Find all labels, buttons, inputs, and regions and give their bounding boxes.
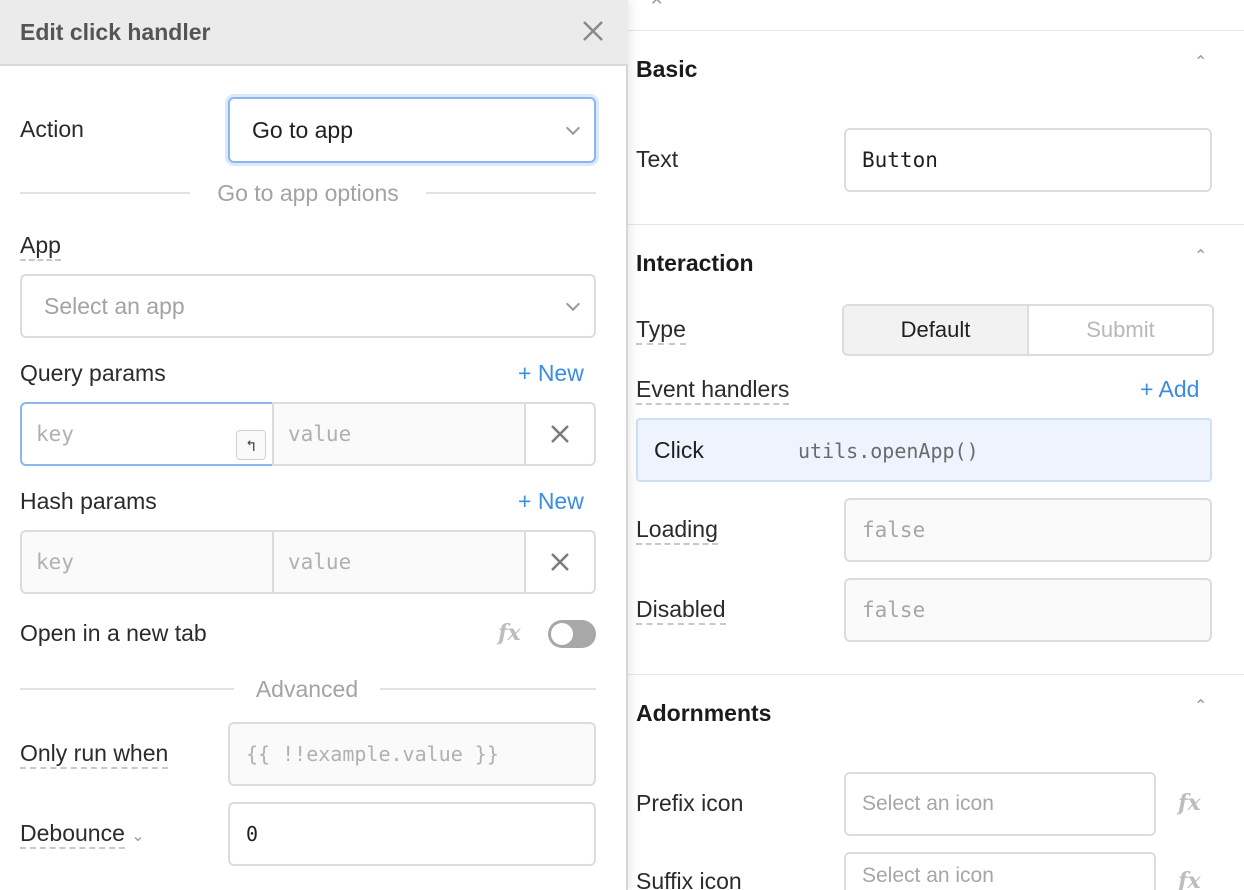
disabled-input[interactable]: false: [844, 578, 1212, 642]
prefix-fx-icon[interactable]: fx: [1178, 790, 1201, 816]
divider: [20, 192, 190, 194]
query-value-placeholder: value: [288, 422, 352, 446]
close-icon[interactable]: [580, 18, 606, 44]
query-key-placeholder: key: [36, 422, 74, 446]
action-label: Action: [20, 116, 84, 142]
suffix-icon-placeholder: Select an icon: [862, 864, 994, 887]
action-select[interactable]: Go to app: [228, 97, 596, 163]
pin-icon: ✕: [650, 0, 664, 9]
hash-value-input[interactable]: value: [272, 530, 526, 594]
disabled-label: Disabled: [636, 596, 726, 625]
loading-label: Loading: [636, 516, 718, 545]
text-input-value: Button: [862, 148, 938, 172]
advanced-divider-label: Advanced: [255, 676, 359, 702]
app-select[interactable]: Select an app: [20, 274, 596, 338]
loading-value: false: [862, 518, 926, 542]
debounce-input[interactable]: 0: [228, 802, 596, 866]
suffix-fx-icon[interactable]: fx: [1178, 868, 1201, 890]
toggle-knob: [551, 623, 573, 645]
modal-title: Edit click handler: [20, 19, 211, 45]
edit-click-handler-modal: Edit click handler Action Go to app Go t…: [0, 0, 628, 890]
add-event-handler-button[interactable]: + Add: [1140, 376, 1199, 403]
divider: [426, 192, 596, 194]
query-value-input[interactable]: value: [272, 402, 526, 466]
chevron-down-icon: [565, 296, 581, 312]
options-divider-label: Go to app options: [217, 180, 399, 206]
type-submit-option[interactable]: Submit: [1029, 306, 1212, 354]
chevron-down-icon: [565, 120, 581, 136]
remove-hash-param-button[interactable]: [524, 530, 596, 594]
event-handlers-label: Event handlers: [636, 376, 790, 405]
prefix-icon-label: Prefix icon: [636, 790, 744, 816]
divider: [628, 224, 1244, 225]
close-icon: [551, 553, 569, 571]
prefix-icon-select[interactable]: Select an icon: [844, 772, 1156, 836]
debounce-value: 0: [246, 822, 259, 846]
open-new-tab-label: Open in a new tab: [20, 620, 207, 646]
type-segmented-control: Default Submit: [842, 304, 1214, 356]
hash-key-placeholder: key: [36, 550, 74, 574]
expand-icon[interactable]: ↰: [236, 430, 266, 460]
fx-icon[interactable]: fx: [498, 620, 521, 646]
divider: [380, 688, 596, 690]
query-key-input[interactable]: key ↰: [20, 402, 274, 466]
divider: [628, 674, 1244, 675]
inspector-panel: ✕ Basic ⌃ Text Button Interaction ⌃ Type…: [628, 0, 1244, 890]
action-select-value: Go to app: [252, 116, 354, 143]
hash-key-input[interactable]: key: [20, 530, 274, 594]
type-default-option[interactable]: Default: [844, 306, 1029, 354]
only-run-when-placeholder: {{ !!example.value }}: [246, 742, 499, 766]
suffix-icon-label: Suffix icon: [636, 868, 742, 890]
section-title-interaction: Interaction: [636, 250, 754, 276]
handler-code: utils.openApp(): [798, 439, 979, 463]
add-query-param-button[interactable]: + New: [518, 360, 584, 387]
modal-header: Edit click handler: [0, 0, 628, 66]
hash-value-placeholder: value: [288, 550, 352, 574]
divider: [628, 30, 1244, 31]
event-handler-row[interactable]: Click utils.openApp(): [636, 418, 1212, 482]
only-run-when-label: Only run when: [20, 740, 169, 769]
open-new-tab-toggle[interactable]: [548, 620, 596, 648]
hash-params-label: Hash params: [20, 488, 157, 514]
handler-event: Click: [654, 437, 704, 463]
collapse-basic-icon[interactable]: ⌃: [1194, 52, 1207, 72]
text-input[interactable]: Button: [844, 128, 1212, 192]
debounce-label: Debounce ⌄: [20, 820, 145, 849]
remove-query-param-button[interactable]: [524, 402, 596, 466]
disabled-value: false: [862, 598, 926, 622]
collapse-adornments-icon[interactable]: ⌃: [1194, 696, 1207, 716]
close-icon: [551, 425, 569, 443]
collapse-interaction-icon[interactable]: ⌃: [1194, 246, 1207, 266]
section-title-basic: Basic: [636, 56, 698, 82]
section-title-adornments: Adornments: [636, 700, 772, 726]
add-hash-param-button[interactable]: + New: [518, 488, 584, 515]
only-run-when-input[interactable]: {{ !!example.value }}: [228, 722, 596, 786]
prefix-icon-placeholder: Select an icon: [862, 792, 994, 815]
query-params-label: Query params: [20, 360, 166, 386]
app-label: App: [20, 232, 61, 261]
divider: [20, 688, 234, 690]
chevron-down-icon[interactable]: ⌄: [131, 828, 144, 845]
app-select-placeholder: Select an app: [44, 292, 185, 319]
type-label: Type: [636, 316, 686, 345]
loading-input[interactable]: false: [844, 498, 1212, 562]
text-label: Text: [636, 146, 679, 172]
suffix-icon-select[interactable]: Select an icon: [844, 852, 1156, 890]
